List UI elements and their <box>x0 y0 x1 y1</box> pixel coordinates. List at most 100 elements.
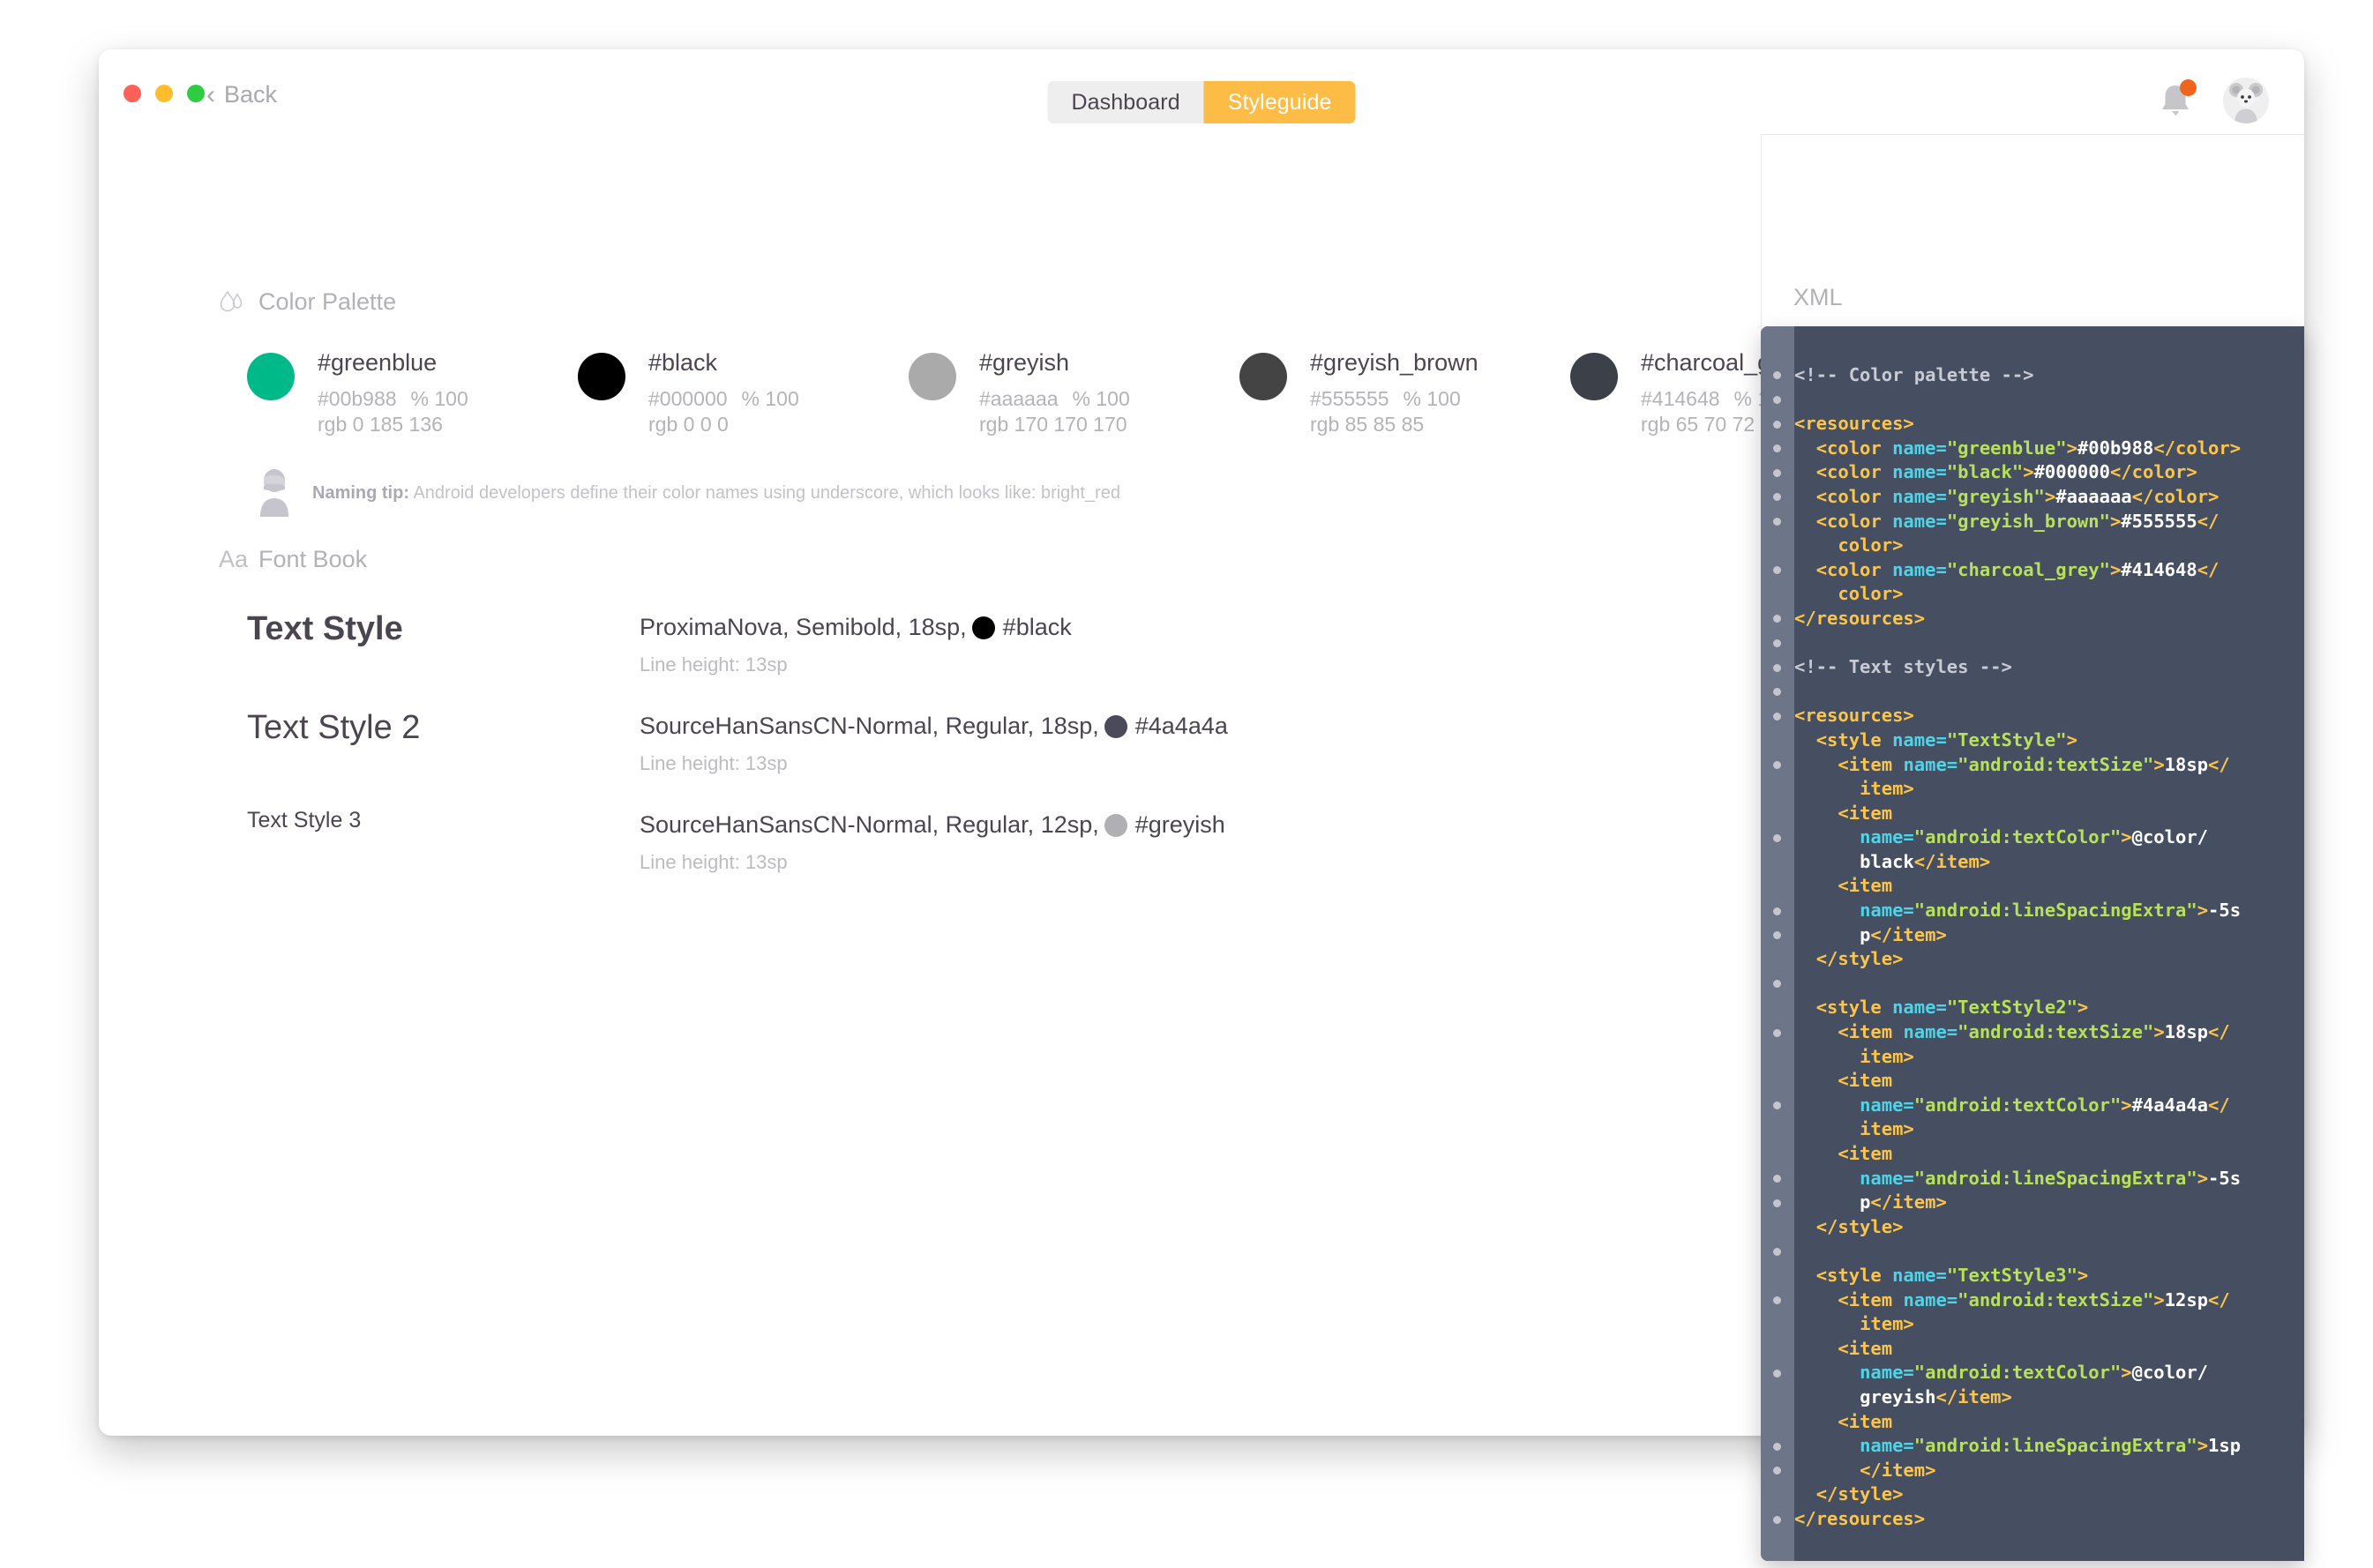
code-line-marker <box>1773 615 1781 623</box>
code-line-marker <box>1773 1198 1781 1207</box>
code-line-marker <box>1773 760 1781 769</box>
mouse-avatar-icon <box>2223 78 2269 123</box>
code-line-marker <box>1773 566 1781 575</box>
color-swatch-text: #black #000000% 100 rgb 0 0 0 <box>648 351 799 438</box>
font-style-color-name: #4a4a4a <box>1134 713 1228 739</box>
naming-tip-text: Naming tip: Android developers define th… <box>312 483 1120 504</box>
code-line-marker <box>1773 517 1781 526</box>
xml-panel-title: XML <box>1793 284 1843 310</box>
title-bar: ‹ Back Dashboard Styleguide <box>99 49 2304 135</box>
xml-pane: XML <!-- Color palette --> <resources> <… <box>1761 134 2304 1561</box>
code-line-marker <box>1773 420 1781 429</box>
code-line-marker <box>1773 1515 1781 1524</box>
code-line-marker <box>1773 371 1781 380</box>
color-swatch-name: #greyish <box>979 349 1070 376</box>
code-line-marker <box>1773 1442 1781 1451</box>
code-line-marker <box>1773 907 1781 915</box>
color-swatch-name: #greyish_brown <box>1310 349 1478 376</box>
font-style-spec: SourceHanSansCN-Normal, Regular, 18sp, <box>640 713 1099 739</box>
font-style-color-name: #black <box>1002 614 1072 640</box>
code-gutter <box>1761 326 1794 1561</box>
color-swatch[interactable]: #black #000000% 100 rgb 0 0 0 <box>578 351 909 438</box>
color-swatch-text: #greyish #aaaaaa% 100 rgb 170 170 170 <box>979 351 1130 438</box>
color-swatch-dot <box>909 353 956 400</box>
android-person-icon <box>260 469 288 517</box>
color-palette-section-header: Color Palette <box>219 288 396 316</box>
color-swatch[interactable]: #greyish_brown #555555% 100 rgb 85 85 85 <box>1239 351 1570 438</box>
code-line-marker <box>1773 688 1781 697</box>
traffic-lights <box>124 85 205 102</box>
code-line-marker <box>1773 833 1781 842</box>
titlebar-actions <box>2152 78 2269 123</box>
font-style-color-dot <box>1104 714 1127 738</box>
code-line-marker <box>1773 1028 1781 1037</box>
color-swatch[interactable]: #greyish #aaaaaa% 100 rgb 170 170 170 <box>909 351 1239 438</box>
color-swatch-dot <box>247 353 295 400</box>
font-style-description: SourceHanSansCN-Normal, Regular, 18sp, #4… <box>640 709 1228 775</box>
color-swatch-dot <box>1239 353 1287 400</box>
color-swatch-rgb: rgb 0 185 136 <box>318 413 443 437</box>
font-book-title: Font Book <box>258 546 368 572</box>
color-swatch-name: #greenblue <box>318 349 438 376</box>
font-style-spec: SourceHanSansCN-Normal, Regular, 12sp, <box>640 811 1099 838</box>
notifications-button[interactable] <box>2152 78 2198 123</box>
minimize-window-button[interactable] <box>155 85 173 102</box>
code-line-marker <box>1773 980 1781 989</box>
droplet-icon <box>220 289 243 311</box>
user-avatar[interactable] <box>2223 78 2269 123</box>
font-style-color-dot <box>1104 813 1127 837</box>
naming-tip-label: Naming tip: <box>312 482 409 503</box>
zoom-window-button[interactable] <box>187 85 205 102</box>
tab-styleguide[interactable]: Styleguide <box>1203 81 1356 123</box>
tab-dashboard[interactable]: Dashboard <box>1047 81 1204 123</box>
font-style-spec: ProximaNova, Semibold, 18sp, <box>640 614 967 640</box>
color-swatch-text: #greenblue #00b988% 100 rgb 0 185 136 <box>318 351 468 438</box>
font-book-section-header: Aa Font Book <box>219 546 367 573</box>
font-style-line-height: Line height: 13sp <box>640 752 788 774</box>
code-line-marker <box>1773 468 1781 477</box>
notification-badge <box>2180 79 2197 96</box>
font-style-list: Text Style ProximaNova, Semibold, 18sp, #b… <box>247 610 1623 907</box>
font-style-row[interactable]: Text Style 3 SourceHanSansCN-Normal, Regu… <box>247 808 1623 874</box>
font-style-line-height: Line height: 13sp <box>640 851 788 873</box>
font-style-row[interactable]: Text Style ProximaNova, Semibold, 18sp, #b… <box>247 610 1623 676</box>
code-line-marker <box>1773 493 1781 502</box>
color-swatch-rgb: rgb 85 85 85 <box>1310 413 1425 437</box>
code-line-marker <box>1773 1175 1781 1183</box>
code-line-marker <box>1773 712 1781 721</box>
naming-tip: Naming tip: Android developers define th… <box>256 469 1120 517</box>
view-segmented-control[interactable]: Dashboard Styleguide <box>1047 81 1356 123</box>
styleguide-main-pane: Color Palette #greenblue #00b988% 100 rgb … <box>99 134 1804 1436</box>
font-style-row[interactable]: Text Style 2 SourceHanSansCN-Normal, Regu… <box>247 709 1623 775</box>
color-swatch-hex: #aaaaaa% 100 <box>979 387 1130 410</box>
color-swatch-row: #greenblue #00b988% 100 rgb 0 185 136 #blac… <box>247 351 1901 438</box>
code-line-marker <box>1773 444 1781 453</box>
code-line-marker <box>1773 638 1781 647</box>
font-style-description: ProximaNova, Semibold, 18sp, #black Line h… <box>640 610 1072 676</box>
code-line-marker <box>1773 1101 1781 1110</box>
xml-code-card[interactable]: <!-- Color palette --> <resources> <colo… <box>1761 326 2304 1561</box>
xml-code-text: <!-- Color palette --> <resources> <colo… <box>1794 364 2242 1529</box>
font-style-description: SourceHanSansCN-Normal, Regular, 12sp, #g… <box>640 808 1225 874</box>
font-style-color-name: #greyish <box>1134 811 1225 838</box>
color-swatch-rgb: rgb 170 170 170 <box>979 413 1127 437</box>
code-line-marker <box>1773 931 1781 940</box>
color-swatch-text: #greyish_brown #555555% 100 rgb 85 85 85 <box>1310 351 1478 438</box>
code-line-marker <box>1773 395 1781 404</box>
app-window: ‹ Back Dashboard Styleguide Color Palett… <box>99 49 2304 1561</box>
code-line-marker <box>1773 1467 1781 1475</box>
color-swatch-name: #black <box>648 349 718 376</box>
close-window-button[interactable] <box>124 85 141 102</box>
color-swatch-hex: #000000% 100 <box>648 387 799 410</box>
code-line-marker <box>1773 1369 1781 1378</box>
window-body: Color Palette #greenblue #00b988% 100 rgb … <box>99 134 2304 1561</box>
back-button[interactable]: ‹ Back <box>206 81 277 108</box>
font-style-sample: Text Style 2 <box>247 709 421 746</box>
color-swatch-hex: #555555% 100 <box>1310 387 1461 410</box>
font-style-line-height: Line height: 13sp <box>640 653 788 676</box>
back-button-label: Back <box>224 81 278 108</box>
font-style-sample: Text Style 3 <box>247 808 362 833</box>
color-swatch[interactable]: #greenblue #00b988% 100 rgb 0 185 136 <box>247 351 578 438</box>
color-palette-title: Color Palette <box>258 288 397 315</box>
color-swatch-rgb: rgb 0 0 0 <box>648 413 729 437</box>
